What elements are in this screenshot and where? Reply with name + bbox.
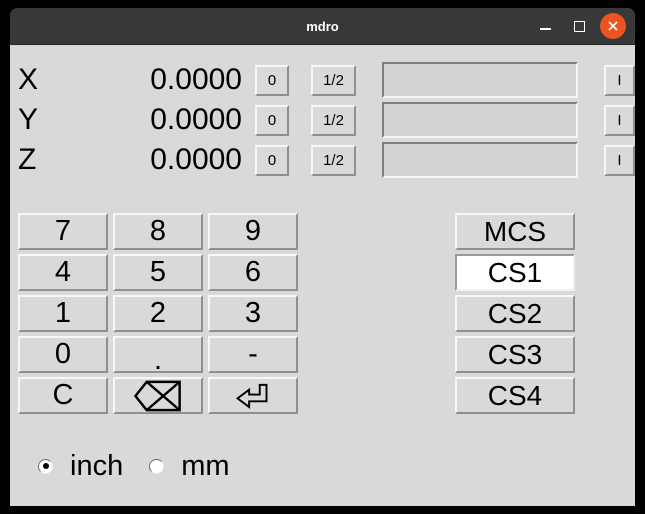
titlebar-controls bbox=[532, 8, 626, 44]
cs-button-cs3[interactable]: CS3 bbox=[455, 336, 575, 373]
minimize-button[interactable] bbox=[532, 13, 558, 39]
axis-readout-section: X 0.0000 0 1/2 I Y 0.0000 0 1/2 I Z 0.00… bbox=[10, 60, 635, 180]
maximize-button[interactable] bbox=[566, 13, 592, 39]
key-6[interactable]: 6 bbox=[208, 254, 298, 291]
axis-y-zero-button[interactable]: 0 bbox=[255, 105, 289, 136]
minimize-icon bbox=[540, 28, 551, 30]
unit-option-inch[interactable]: inch bbox=[38, 450, 123, 483]
enter-icon bbox=[234, 382, 272, 409]
axis-x-label: X bbox=[18, 63, 56, 97]
key-0[interactable]: 0 bbox=[18, 336, 108, 373]
key-clear[interactable]: C bbox=[18, 377, 108, 414]
mm-radio-button[interactable] bbox=[149, 459, 164, 474]
coordinate-system-buttons: MCS CS1 CS2 CS3 CS4 bbox=[455, 213, 575, 414]
axis-z-half-button[interactable]: 1/2 bbox=[311, 145, 356, 176]
key-5[interactable]: 5 bbox=[113, 254, 203, 291]
mm-radio-label: mm bbox=[181, 450, 229, 483]
axis-y-label: Y bbox=[18, 103, 56, 137]
key-minus[interactable]: - bbox=[208, 336, 298, 373]
titlebar: mdro bbox=[10, 8, 635, 45]
numeric-keypad: 7 8 9 4 5 6 1 2 3 0 . - C bbox=[18, 213, 298, 414]
axis-z-value: 0.0000 bbox=[56, 143, 242, 177]
radio-dot bbox=[43, 463, 49, 469]
key-decimal-point[interactable]: . bbox=[113, 336, 203, 373]
axis-z-incremental-button[interactable]: I bbox=[604, 145, 635, 176]
axis-x-incremental-button[interactable]: I bbox=[604, 65, 635, 96]
mdro-window: mdro X 0.0000 0 1/2 I Y bbox=[10, 8, 635, 506]
axis-y-incremental-button[interactable]: I bbox=[604, 105, 635, 136]
unit-option-mm[interactable]: mm bbox=[149, 450, 229, 483]
key-3[interactable]: 3 bbox=[208, 295, 298, 332]
axis-y-value: 0.0000 bbox=[56, 103, 242, 137]
key-enter[interactable] bbox=[208, 377, 298, 414]
axis-x-entry[interactable] bbox=[382, 62, 578, 98]
maximize-icon bbox=[574, 21, 585, 32]
screenshot-root: { "window": { "title": "mdro" }, "axes":… bbox=[0, 0, 645, 514]
close-icon bbox=[607, 20, 619, 32]
key-1[interactable]: 1 bbox=[18, 295, 108, 332]
window-title: mdro bbox=[306, 19, 339, 34]
keypad-and-cs-section: 7 8 9 4 5 6 1 2 3 0 . - C bbox=[10, 213, 635, 414]
cs-button-mcs[interactable]: MCS bbox=[455, 213, 575, 250]
backspace-icon bbox=[133, 380, 183, 412]
axis-row-y: Y 0.0000 0 1/2 I bbox=[10, 100, 635, 140]
axis-z-label: Z bbox=[18, 143, 56, 177]
key-2[interactable]: 2 bbox=[113, 295, 203, 332]
cs-button-cs1[interactable]: CS1 bbox=[455, 254, 575, 291]
inch-radio-button[interactable] bbox=[38, 459, 53, 474]
key-8[interactable]: 8 bbox=[113, 213, 203, 250]
key-9[interactable]: 9 bbox=[208, 213, 298, 250]
inch-radio-label: inch bbox=[70, 450, 123, 483]
axis-y-half-button[interactable]: 1/2 bbox=[311, 105, 356, 136]
axis-x-zero-button[interactable]: 0 bbox=[255, 65, 289, 96]
axis-z-entry[interactable] bbox=[382, 142, 578, 178]
axis-x-value: 0.0000 bbox=[56, 63, 242, 97]
axis-row-z: Z 0.0000 0 1/2 I bbox=[10, 140, 635, 180]
key-backspace[interactable] bbox=[113, 377, 203, 414]
key-7[interactable]: 7 bbox=[18, 213, 108, 250]
axis-z-zero-button[interactable]: 0 bbox=[255, 145, 289, 176]
key-4[interactable]: 4 bbox=[18, 254, 108, 291]
axis-row-x: X 0.0000 0 1/2 I bbox=[10, 60, 635, 100]
cs-button-cs4[interactable]: CS4 bbox=[455, 377, 575, 414]
axis-y-entry[interactable] bbox=[382, 102, 578, 138]
units-section: inch mm bbox=[10, 446, 635, 486]
axis-x-half-button[interactable]: 1/2 bbox=[311, 65, 356, 96]
cs-button-cs2[interactable]: CS2 bbox=[455, 295, 575, 332]
close-button[interactable] bbox=[600, 13, 626, 39]
